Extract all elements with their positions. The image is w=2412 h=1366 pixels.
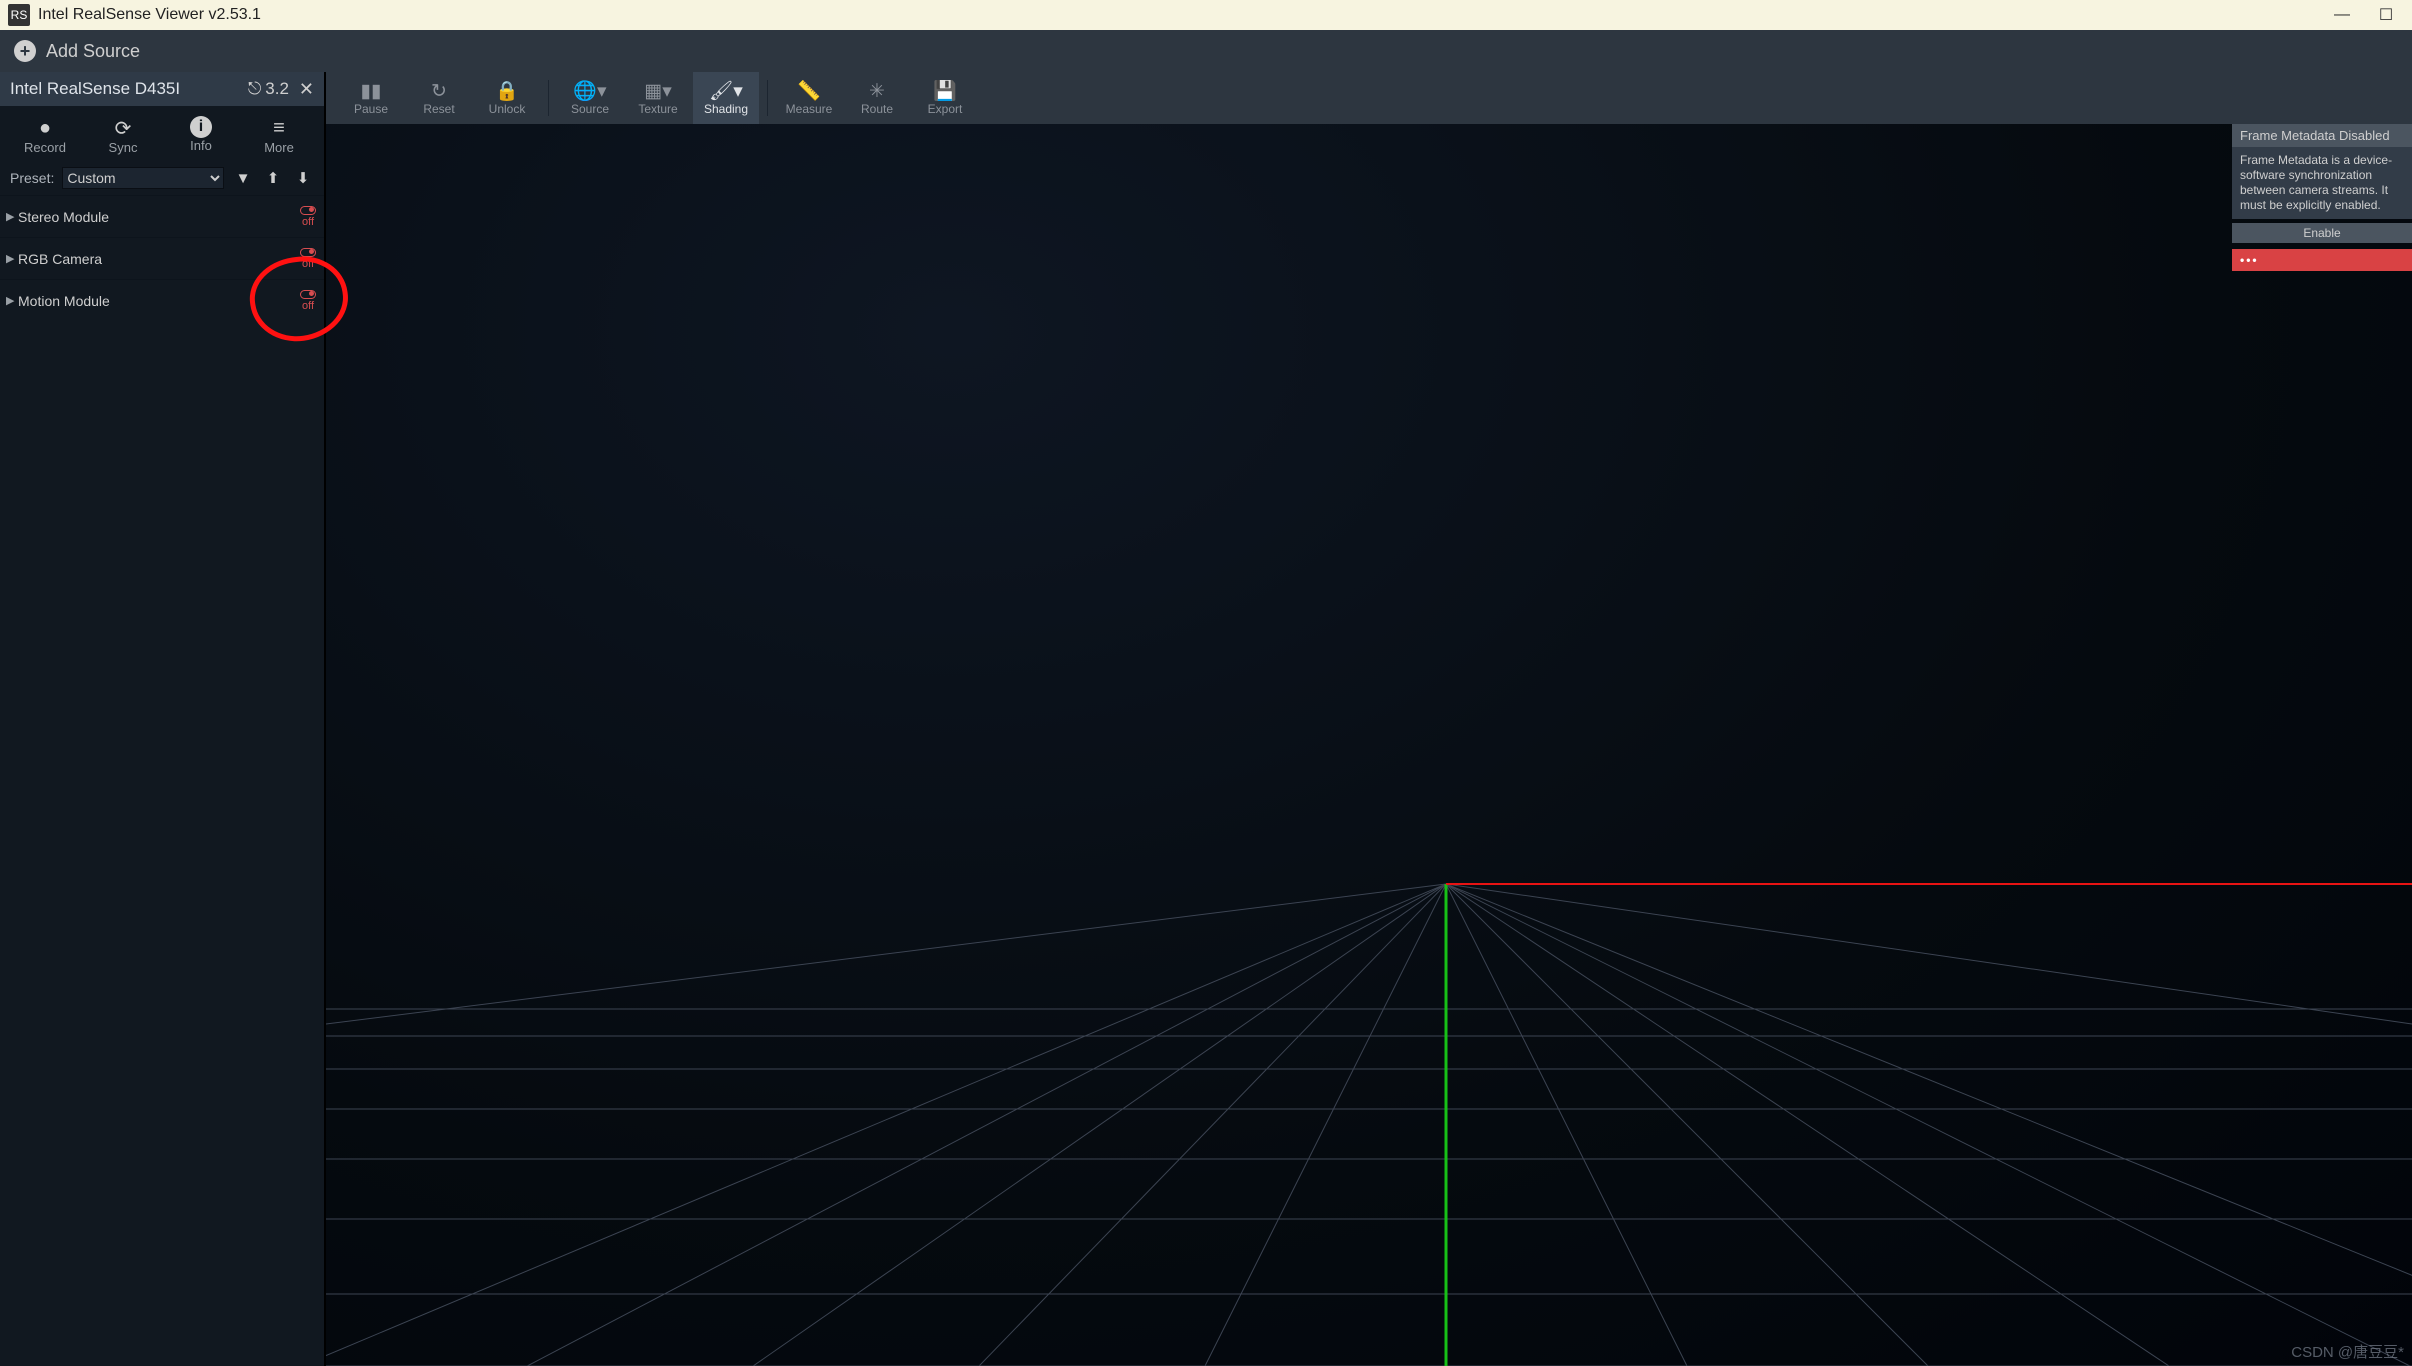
- module-row-motion[interactable]: ▶ Motion Module off: [0, 279, 324, 321]
- usb-version: 3.2: [265, 79, 289, 99]
- pause-icon: ▮▮: [361, 80, 382, 102]
- add-source-label: Add Source: [46, 41, 140, 62]
- route-button[interactable]: ✳Route: [844, 72, 910, 124]
- measure-button[interactable]: 📏Measure: [776, 72, 842, 124]
- window-maximize-button[interactable]: ☐: [2364, 0, 2408, 30]
- module-label: Motion Module: [18, 293, 110, 309]
- warning-title: Frame Metadata Disabled: [2232, 124, 2412, 147]
- warning-error-bar[interactable]: •••: [2232, 249, 2412, 271]
- route-icon: ✳: [869, 80, 885, 102]
- chevron-right-icon: ▶: [6, 210, 14, 223]
- chevron-right-icon: ▶: [6, 294, 14, 307]
- plus-icon: +: [14, 40, 36, 62]
- module-toggle[interactable]: off: [300, 248, 316, 270]
- unlock-label: Unlock: [489, 102, 526, 116]
- info-icon: i: [190, 116, 212, 138]
- preset-label: Preset:: [10, 170, 54, 186]
- warning-body: Frame Metadata is a device-software sync…: [2232, 147, 2412, 219]
- lock-icon: 🔒: [495, 80, 519, 102]
- pause-label: Pause: [354, 102, 388, 116]
- sync-button[interactable]: ⟳ Sync: [84, 116, 162, 155]
- metadata-warning-panel: Frame Metadata Disabled Frame Metadata i…: [2232, 124, 2412, 271]
- scene-grid: [326, 124, 2412, 1366]
- preset-select[interactable]: Custom: [62, 167, 224, 189]
- window-titlebar: RS Intel RealSense Viewer v2.53.1 — ☐: [0, 0, 2412, 30]
- more-button[interactable]: ≡ More: [240, 116, 318, 155]
- window-minimize-button[interactable]: —: [2320, 0, 2364, 30]
- more-label: More: [264, 140, 294, 155]
- device-sidebar: Intel RealSense D435I ⎋ 3.2 ✕ ● Record ⟳…: [0, 72, 326, 1366]
- device-header: Intel RealSense D435I ⎋ 3.2 ✕: [0, 72, 324, 106]
- module-toggle[interactable]: off: [300, 290, 316, 312]
- texture-icon: ▦▾: [644, 80, 672, 102]
- viewport-3d[interactable]: ▮▮Pause ↻Reset 🔒Unlock 🌐▾Source ▦▾Textur…: [326, 72, 2412, 1366]
- upload-preset-button[interactable]: ⬆: [262, 167, 284, 189]
- shading-label: Shading: [704, 102, 748, 116]
- toolbar-separator: [548, 80, 549, 116]
- info-button[interactable]: i Info: [162, 116, 240, 155]
- pause-button[interactable]: ▮▮Pause: [338, 72, 404, 124]
- toggle-track-icon: [300, 248, 316, 257]
- hamburger-icon: ≡: [273, 116, 285, 140]
- record-icon: ●: [39, 116, 51, 140]
- unlock-button[interactable]: 🔒Unlock: [474, 72, 540, 124]
- app-logo: RS: [8, 4, 30, 26]
- chevron-right-icon: ▶: [6, 252, 14, 265]
- dropdown-icon[interactable]: ▼: [232, 167, 254, 189]
- export-icon: 💾: [933, 80, 957, 102]
- reset-button[interactable]: ↻Reset: [406, 72, 472, 124]
- reset-label: Reset: [423, 102, 454, 116]
- stage-toolbar: ▮▮Pause ↻Reset 🔒Unlock 🌐▾Source ▦▾Textur…: [326, 72, 2412, 124]
- record-label: Record: [24, 140, 66, 155]
- sync-icon: ⟳: [115, 116, 132, 140]
- export-label: Export: [928, 102, 963, 116]
- source-label: Source: [571, 102, 609, 116]
- texture-label: Texture: [638, 102, 677, 116]
- texture-button[interactable]: ▦▾Texture: [625, 72, 691, 124]
- toggle-state-label: off: [302, 300, 314, 312]
- watermark: CSDN @唐豆豆*: [2291, 1341, 2404, 1362]
- toggle-track-icon: [300, 206, 316, 215]
- record-button[interactable]: ● Record: [6, 116, 84, 155]
- toolbar-separator: [767, 80, 768, 116]
- route-label: Route: [861, 102, 893, 116]
- module-label: RGB Camera: [18, 251, 102, 267]
- measure-label: Measure: [786, 102, 833, 116]
- shading-icon: 🖌▾: [709, 80, 743, 102]
- device-actions-row: ● Record ⟳ Sync i Info ≡ More: [0, 106, 324, 163]
- reset-icon: ↻: [431, 80, 447, 102]
- warning-enable-button[interactable]: Enable: [2232, 223, 2412, 243]
- toggle-state-label: off: [302, 216, 314, 228]
- ruler-icon: 📏: [797, 80, 821, 102]
- device-name: Intel RealSense D435I: [10, 79, 180, 99]
- info-label: Info: [190, 138, 212, 153]
- module-label: Stereo Module: [18, 209, 109, 225]
- download-preset-button[interactable]: ⬇: [292, 167, 314, 189]
- globe-icon: 🌐▾: [573, 80, 606, 102]
- shading-button[interactable]: 🖌▾Shading: [693, 72, 759, 124]
- module-row-stereo[interactable]: ▶ Stereo Module off: [0, 195, 324, 237]
- usb-icon: ⎋: [248, 79, 261, 99]
- export-button[interactable]: 💾Export: [912, 72, 978, 124]
- sync-label: Sync: [109, 140, 138, 155]
- toggle-track-icon: [300, 290, 316, 299]
- window-title: Intel RealSense Viewer v2.53.1: [38, 6, 261, 24]
- toggle-state-label: off: [302, 258, 314, 270]
- add-source-bar[interactable]: + Add Source: [0, 30, 2412, 72]
- module-row-rgb[interactable]: ▶ RGB Camera off: [0, 237, 324, 279]
- source-button[interactable]: 🌐▾Source: [557, 72, 623, 124]
- module-toggle[interactable]: off: [300, 206, 316, 228]
- device-close-button[interactable]: ✕: [299, 79, 314, 100]
- preset-row: Preset: Custom ▼ ⬆ ⬇: [0, 163, 324, 195]
